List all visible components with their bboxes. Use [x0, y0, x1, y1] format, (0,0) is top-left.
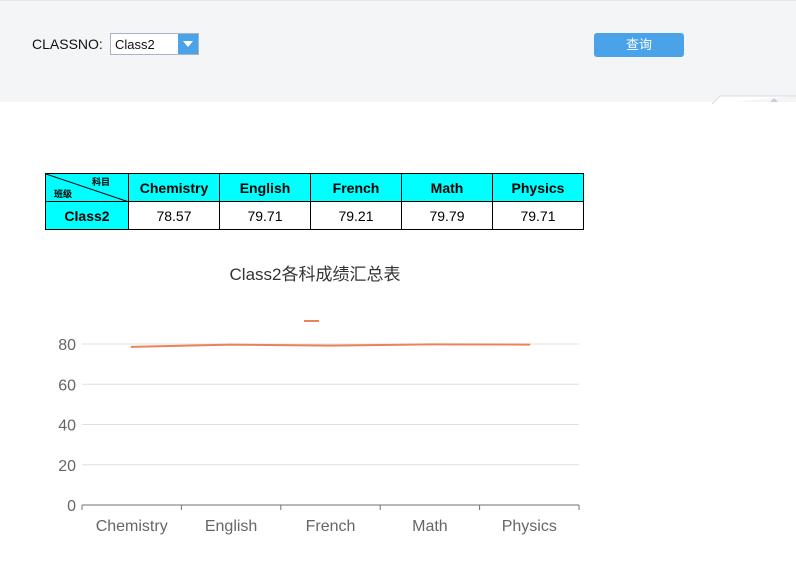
- chart-title: Class2各科成绩汇总表: [230, 265, 401, 284]
- x-tick-label: Chemistry: [96, 518, 168, 535]
- y-axis: 0 20 40 60 80: [58, 337, 76, 515]
- score-cell: 79.79: [401, 201, 493, 230]
- data-point: [230, 343, 233, 346]
- data-point: [329, 344, 332, 347]
- x-tick-label: Physics: [502, 518, 557, 535]
- data-point: [130, 345, 133, 348]
- y-tick-label: 40: [58, 418, 76, 435]
- classno-selected-value: Class2: [115, 37, 155, 52]
- corner-class-label: 班级: [54, 189, 73, 199]
- score-cell: 79.21: [310, 201, 402, 230]
- chevron-down-icon: [183, 41, 193, 47]
- collapse-tab[interactable]: [712, 95, 796, 104]
- score-cell: 79.71: [219, 201, 311, 230]
- dropdown-arrow-button[interactable]: [178, 34, 198, 54]
- score-table: 科目 班级 Chemistry English French Math Phys…: [45, 173, 584, 230]
- collapse-arrow-icon: [770, 98, 778, 102]
- y-tick-label: 20: [58, 458, 76, 475]
- column-header: English: [219, 173, 311, 202]
- column-header: Physics: [492, 173, 584, 202]
- table-header-row: 科目 班级 Chemistry English French Math Phys…: [45, 173, 584, 202]
- column-header: Math: [401, 173, 493, 202]
- table-row: Class2 78.57 79.71 79.21 79.79 79.71: [45, 201, 584, 230]
- x-axis: Chemistry English French Math Physics: [81, 504, 580, 535]
- x-tick-label: English: [205, 518, 257, 535]
- score-cell: 79.71: [492, 201, 584, 230]
- y-tick-label: 60: [58, 377, 76, 394]
- query-button[interactable]: 查询: [594, 33, 684, 57]
- y-tick-label: 0: [67, 498, 76, 515]
- scores-line-chart: Class2各科成绩汇总表 0 20 40 60 80 Chemistry English…: [58, 265, 580, 535]
- table-corner-cell: 科目 班级: [45, 173, 129, 202]
- classno-select[interactable]: Class2: [110, 33, 199, 55]
- classno-label: CLASSNO:: [32, 36, 103, 52]
- column-header: Chemistry: [128, 173, 220, 202]
- data-point: [528, 343, 531, 346]
- y-tick-label: 80: [58, 337, 76, 354]
- row-label: Class2: [45, 201, 129, 230]
- filter-bar: CLASSNO: Class2 查询: [0, 0, 796, 104]
- score-cell: 78.57: [128, 201, 220, 230]
- data-point: [428, 343, 431, 346]
- column-header: French: [310, 173, 402, 202]
- chart-grid: [82, 343, 579, 466]
- x-tick-label: Math: [412, 518, 448, 535]
- x-tick-label: French: [306, 518, 356, 535]
- corner-subject-label: 科目: [91, 177, 110, 187]
